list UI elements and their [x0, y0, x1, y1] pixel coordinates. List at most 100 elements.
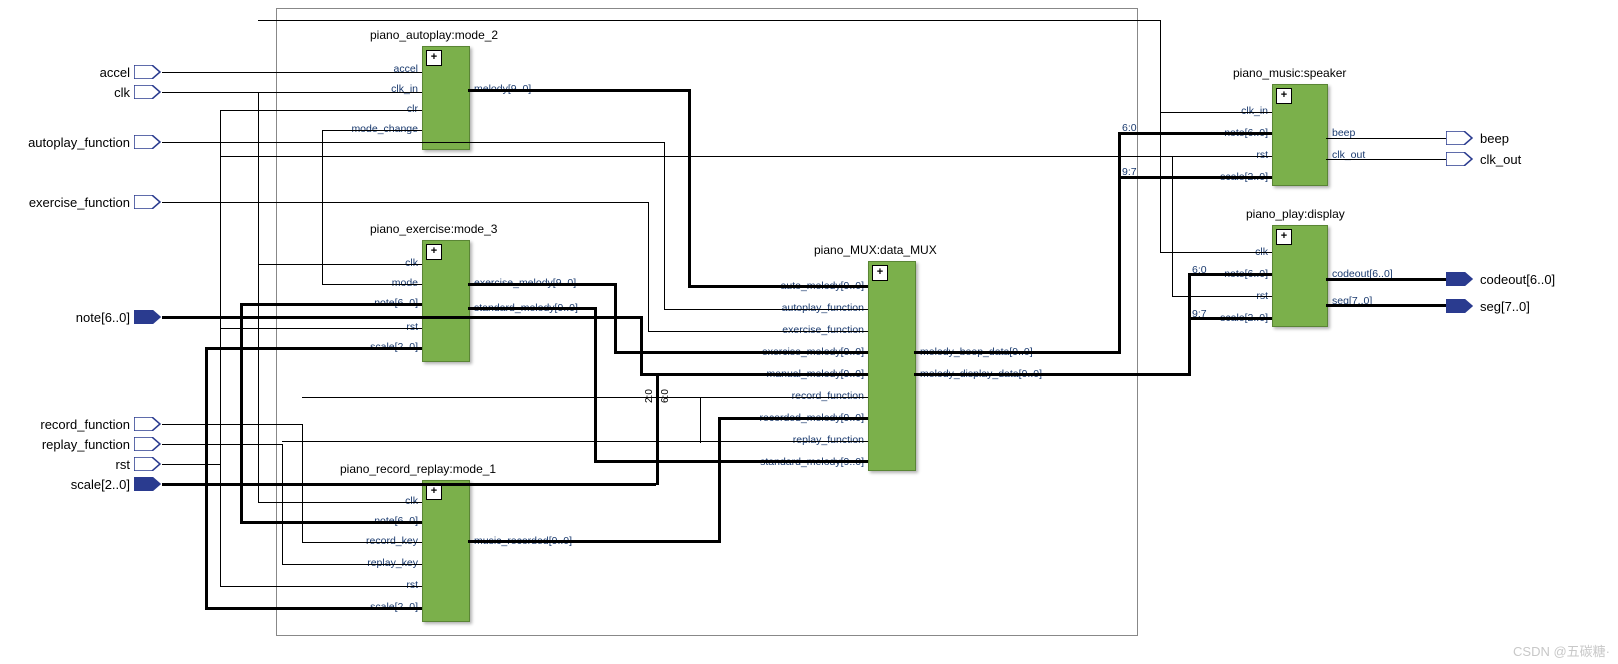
bus — [640, 373, 868, 376]
bus — [688, 285, 868, 288]
bus — [718, 417, 868, 420]
input-label-accel: accel — [30, 65, 130, 80]
bus — [914, 373, 1190, 376]
port-mux-5: record_function — [720, 390, 864, 402]
wire — [648, 331, 868, 332]
port-mux-7: replay_function — [720, 434, 864, 446]
input-port-note — [134, 310, 162, 324]
block-autoplay[interactable]: + — [422, 46, 470, 150]
wire — [162, 444, 282, 445]
port-speaker-rst: rst — [1180, 149, 1268, 161]
port-autoplay-modechange: mode_change — [330, 123, 418, 135]
bus — [468, 283, 616, 286]
output-label-clk-out: clk_out — [1480, 152, 1521, 167]
wire — [162, 464, 220, 465]
wire — [322, 130, 422, 131]
block-title-speaker: piano_music:speaker — [1233, 66, 1346, 80]
block-speaker[interactable]: + — [1272, 84, 1328, 186]
wire — [162, 72, 422, 73]
input-label-rst: rst — [30, 457, 130, 472]
output-label-codeout: codeout[6..0] — [1480, 272, 1555, 287]
watermark: CSDN @五碳糖· — [1513, 641, 1610, 660]
port-mux-1: autoplay_function — [720, 302, 864, 314]
wire — [648, 202, 649, 331]
wire — [282, 441, 868, 442]
bus-label: 6:0 — [1122, 122, 1137, 134]
bus — [614, 351, 868, 354]
bus — [594, 307, 597, 462]
bus — [594, 460, 868, 463]
input-port-accel — [134, 65, 162, 79]
port-mux-2: exercise_function — [720, 324, 864, 336]
wire — [664, 142, 665, 309]
port-autoplay-clr: clr — [330, 103, 418, 115]
bus — [205, 347, 208, 609]
expand-icon[interactable]: + — [1276, 88, 1292, 104]
wire — [700, 397, 701, 443]
wire — [162, 92, 422, 93]
bus — [640, 316, 643, 375]
bus — [162, 483, 208, 486]
schematic-canvas[interactable]: accel clk autoplay_function exercise_fun… — [0, 0, 1618, 664]
wire — [162, 424, 302, 425]
bus — [162, 316, 242, 319]
input-port-scale — [134, 477, 162, 491]
input-label-autoplay-function: autoplay_function — [0, 135, 130, 150]
wire — [220, 586, 422, 587]
input-port-record-function — [134, 417, 162, 431]
port-exercise-mode: mode — [330, 277, 418, 289]
bus — [1326, 278, 1446, 281]
wire — [220, 328, 422, 329]
wire — [1160, 252, 1272, 253]
input-label-scale: scale[2..0] — [30, 477, 130, 492]
block-display[interactable]: + — [1272, 225, 1328, 327]
input-port-rst — [134, 457, 162, 471]
input-port-replay-function — [134, 437, 162, 451]
block-title-display: piano_play:display — [1246, 207, 1345, 221]
block-title-autoplay: piano_autoplay:mode_2 — [370, 28, 498, 42]
port-record-recordkey: record_key — [330, 535, 418, 547]
wire — [258, 92, 259, 502]
expand-icon[interactable]: + — [426, 484, 442, 500]
block-exercise[interactable]: + — [422, 240, 470, 362]
expand-icon[interactable]: + — [872, 265, 888, 281]
bus — [1118, 132, 1272, 135]
port-record-rst: rst — [330, 579, 418, 591]
port-exercise-rst: rst — [330, 321, 418, 333]
output-port-seg — [1446, 299, 1474, 313]
wire — [258, 264, 422, 265]
expand-icon[interactable]: + — [1276, 229, 1292, 245]
wire — [302, 397, 868, 398]
block-mux[interactable]: + — [868, 261, 916, 471]
input-label-replay-function: replay_function — [0, 437, 130, 452]
bus — [205, 347, 422, 350]
port-autoplay-clkin: clk_in — [330, 83, 418, 95]
bus — [205, 483, 656, 486]
input-port-autoplay-function — [134, 135, 162, 149]
wire — [322, 284, 422, 285]
block-title-record: piano_record_replay:mode_1 — [340, 462, 496, 476]
wire — [282, 444, 283, 564]
bus — [1188, 273, 1191, 376]
output-port-beep — [1446, 131, 1474, 145]
expand-icon[interactable]: + — [426, 50, 442, 66]
input-port-clk — [134, 85, 162, 99]
bus — [468, 307, 596, 310]
bus — [468, 89, 690, 92]
wire — [1160, 112, 1272, 113]
bus — [688, 89, 691, 287]
input-label-exercise-function: exercise_function — [0, 195, 130, 210]
bus — [240, 303, 422, 306]
bus — [468, 540, 720, 543]
output-port-clk-out — [1446, 152, 1474, 166]
bus — [240, 303, 243, 523]
block-record[interactable]: + — [422, 480, 470, 622]
input-label-note: note[6..0] — [30, 310, 130, 325]
bus — [1118, 176, 1272, 179]
expand-icon[interactable]: + — [426, 244, 442, 260]
bus — [914, 351, 1120, 354]
bus — [1118, 132, 1121, 354]
wire — [220, 110, 422, 111]
bus-label: 2:0 — [644, 389, 655, 403]
input-label-clk: clk — [30, 85, 130, 100]
